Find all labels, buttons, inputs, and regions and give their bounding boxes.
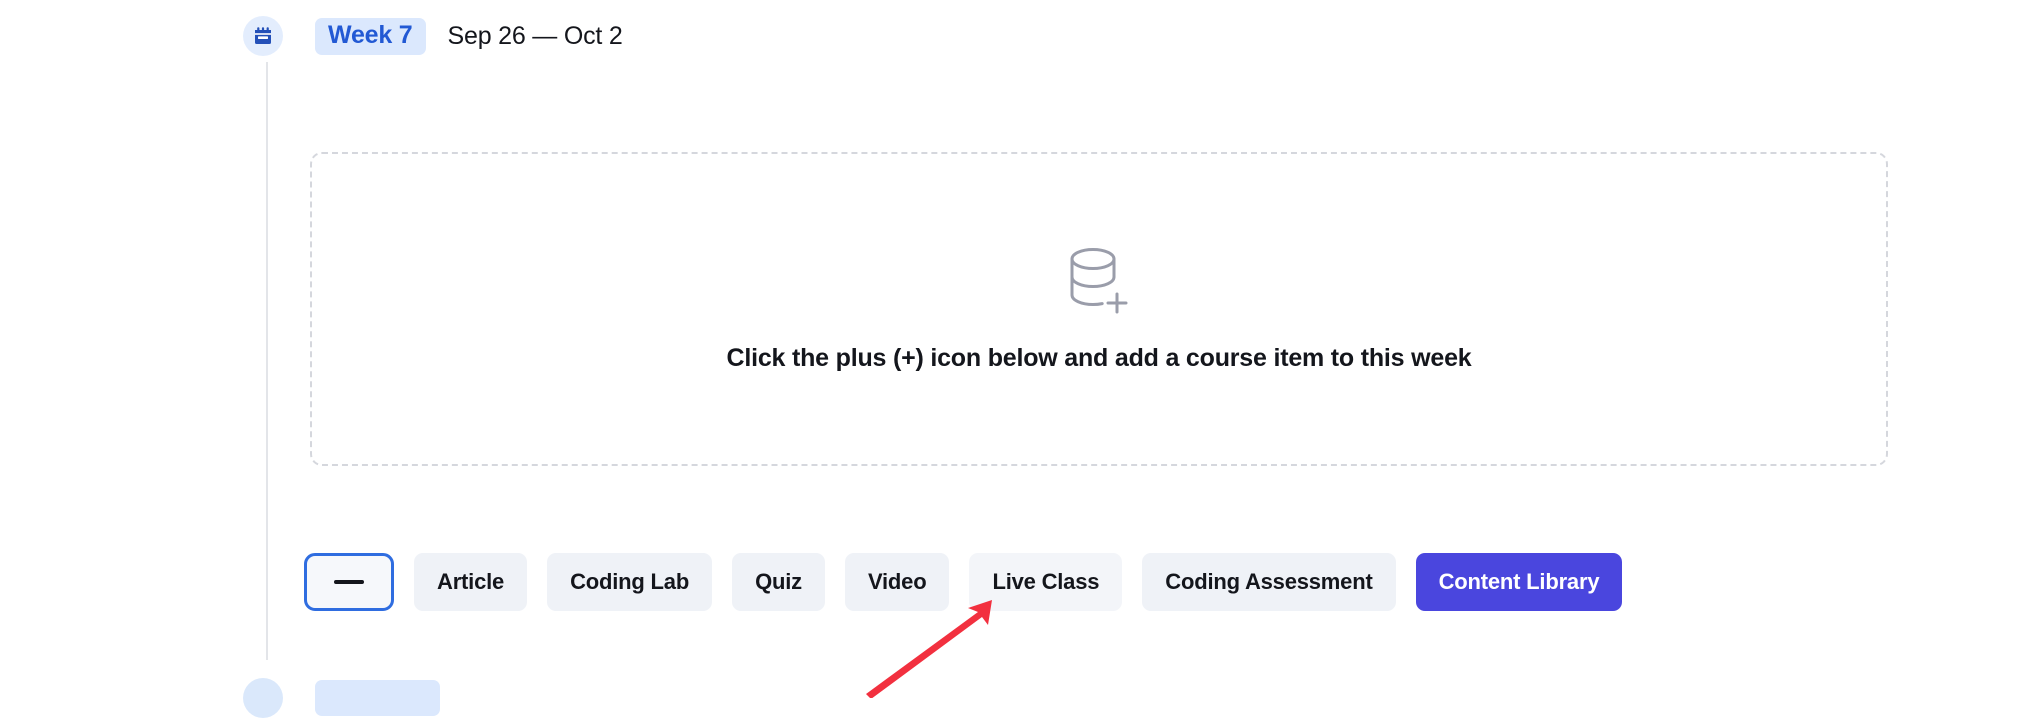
week-badge[interactable]: Week 7 <box>315 17 426 55</box>
content-library-button[interactable]: Content Library <box>1415 553 1623 611</box>
timeline-rail <box>266 62 268 660</box>
minus-icon <box>334 580 364 584</box>
next-week-header <box>243 678 440 718</box>
add-coding-assessment-button[interactable]: Coding Assessment <box>1142 553 1396 611</box>
add-article-button[interactable]: Article <box>414 553 528 611</box>
calendar-icon <box>243 678 283 718</box>
collapse-toggle-button[interactable] <box>304 553 394 611</box>
add-video-button[interactable]: Video <box>844 553 950 611</box>
add-coding-lab-button[interactable]: Coding Lab <box>547 553 713 611</box>
dropzone-message: Click the plus (+) icon below and add a … <box>726 343 1472 372</box>
calendar-icon <box>243 16 283 56</box>
week-empty-dropzone[interactable]: Click the plus (+) icon below and add a … <box>310 152 1888 466</box>
database-plus-icon <box>1065 246 1133 316</box>
week-badge[interactable] <box>315 680 440 716</box>
add-quiz-button[interactable]: Quiz <box>732 553 825 611</box>
week-header: Week 7 Sep 26 — Oct 2 <box>243 16 623 56</box>
week-action-bar: Article Coding Lab Quiz Video Live Class… <box>304 553 1623 611</box>
annotation-arrow-icon <box>860 598 1120 698</box>
week-date-range: Sep 26 — Oct 2 <box>447 21 623 50</box>
add-live-class-button[interactable]: Live Class <box>969 553 1123 611</box>
